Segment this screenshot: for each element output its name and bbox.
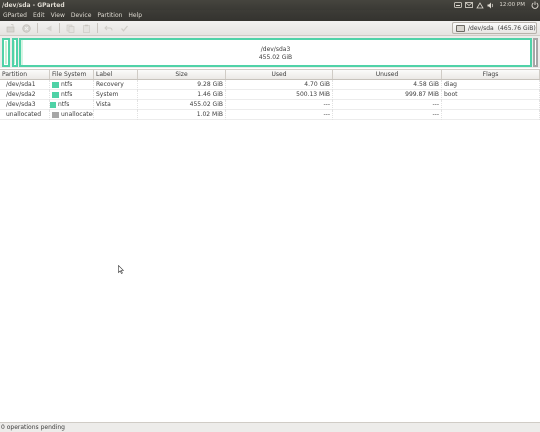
copy-icon[interactable] [65, 23, 76, 34]
device-name: /dev/sda [468, 24, 494, 32]
mouse-cursor-icon [118, 265, 124, 274]
paste-icon[interactable] [81, 23, 92, 34]
cell-used: 500.13 MiB [226, 89, 333, 100]
delete-partition-icon[interactable] [21, 23, 32, 34]
partition-block-size: 455.02 GiB [258, 54, 293, 61]
cell-filesystem: unallocated [50, 109, 94, 120]
cell-flags: boot [442, 89, 540, 100]
hard-disk-icon [456, 24, 465, 32]
cell-label: Recovery [94, 79, 138, 90]
col-label[interactable]: Label [94, 70, 138, 79]
volume-icon[interactable] [485, 0, 496, 10]
filesystem-color-swatch [52, 91, 59, 98]
filesystem-name: ntfs [61, 90, 73, 98]
cell-partition: unallocated [0, 109, 50, 120]
cell-label: Vista [94, 99, 138, 110]
col-partition[interactable]: Partition [0, 70, 50, 79]
cell-used: 4.70 GiB [226, 79, 333, 90]
filesystem-name: ntfs [58, 100, 70, 108]
cell-flags: diag [442, 79, 540, 90]
toolbar-separator [37, 23, 38, 33]
menu-view[interactable]: View [48, 12, 68, 19]
cell-used: --- [226, 99, 333, 110]
col-size[interactable]: Size [138, 70, 226, 79]
cell-partition: /dev/sda1 [0, 79, 50, 90]
filesystem-name: unallocated [61, 110, 94, 118]
menu-gparted[interactable]: GParted [0, 12, 30, 19]
filesystem-name: ntfs [61, 80, 73, 88]
filesystem-color-swatch [50, 101, 56, 108]
cell-unused: 4.58 GiB [333, 79, 442, 90]
table-header: Partition File System Label Size Used Un… [0, 69, 540, 80]
cell-used: --- [226, 109, 333, 120]
partition-block-name: /dev/sda3 [260, 46, 291, 53]
menu-bar: GParted Edit View Device Partition Help [0, 10, 540, 21]
menu-partition[interactable]: Partition [94, 12, 125, 19]
menu-edit[interactable]: Edit [30, 12, 48, 19]
table-row[interactable]: /dev/sda2 ntfs System 1.46 GiB 500.13 Mi… [0, 89, 540, 100]
window-title: /dev/sda - GParted [2, 1, 65, 9]
cell-label [94, 109, 138, 120]
cell-size: 9.28 GiB [138, 79, 226, 90]
toolbar-separator [97, 23, 98, 33]
partition-table: Partition File System Label Size Used Un… [0, 69, 540, 120]
system-tray: 12:00 PM [452, 0, 540, 10]
cell-filesystem: ntfs [50, 79, 94, 90]
cell-partition: /dev/sda3 [0, 99, 50, 110]
toolbar-separator [59, 23, 60, 33]
partition-block-sda2[interactable] [12, 38, 18, 67]
filesystem-color-swatch [52, 81, 59, 88]
cell-partition: /dev/sda2 [0, 89, 50, 100]
table-row[interactable]: unallocated unallocated 1.02 MiB --- --- [0, 109, 540, 120]
keyboard-icon[interactable] [452, 0, 463, 10]
toolbar: /dev/sda (465.76 GiB) [0, 21, 540, 36]
power-icon[interactable] [529, 0, 540, 10]
cell-unused: 999.87 MiB [333, 89, 442, 100]
device-size: (465.76 GiB) [497, 24, 536, 32]
undo-icon[interactable] [103, 23, 114, 34]
cell-flags [442, 109, 540, 120]
col-unused[interactable]: Unused [333, 70, 442, 79]
cell-label: System [94, 89, 138, 100]
new-partition-icon[interactable] [5, 23, 16, 34]
partition-block-sda1[interactable] [2, 38, 10, 67]
resize-move-icon[interactable] [43, 23, 54, 34]
cell-unused: --- [333, 99, 442, 110]
col-flags[interactable]: Flags [442, 70, 540, 79]
table-row[interactable]: /dev/sda3 ntfs Vista 455.02 GiB --- --- [0, 99, 540, 110]
menu-device[interactable]: Device [68, 12, 95, 19]
unallocated-block[interactable] [533, 38, 538, 67]
mail-icon[interactable] [463, 0, 474, 10]
cell-size: 455.02 GiB [138, 99, 226, 110]
partition-block-label: /dev/sda3 455.02 GiB [21, 46, 530, 62]
status-bar: 0 operations pending [0, 422, 540, 432]
cell-unused: --- [333, 109, 442, 120]
cell-size: 1.46 GiB [138, 89, 226, 100]
disk-graphic: /dev/sda3 455.02 GiB [0, 36, 540, 68]
cell-size: 1.02 MiB [138, 109, 226, 120]
menu-help[interactable]: Help [125, 12, 145, 19]
device-selector[interactable]: /dev/sda (465.76 GiB) [452, 22, 537, 34]
cell-filesystem: ntfs [50, 89, 94, 100]
cell-flags [442, 99, 540, 110]
col-filesystem[interactable]: File System [50, 70, 94, 79]
top-panel: /dev/sda - GParted 12:00 PM [0, 0, 540, 10]
col-used[interactable]: Used [226, 70, 333, 79]
table-row[interactable]: /dev/sda1 ntfs Recovery 9.28 GiB 4.70 Gi… [0, 79, 540, 90]
partition-block-sda3[interactable]: /dev/sda3 455.02 GiB [19, 38, 532, 67]
cell-filesystem: ntfs [50, 99, 94, 110]
filesystem-color-swatch [52, 111, 59, 118]
clock[interactable]: 12:00 PM [499, 2, 525, 8]
apply-icon[interactable] [119, 23, 130, 34]
network-icon[interactable] [474, 0, 485, 10]
